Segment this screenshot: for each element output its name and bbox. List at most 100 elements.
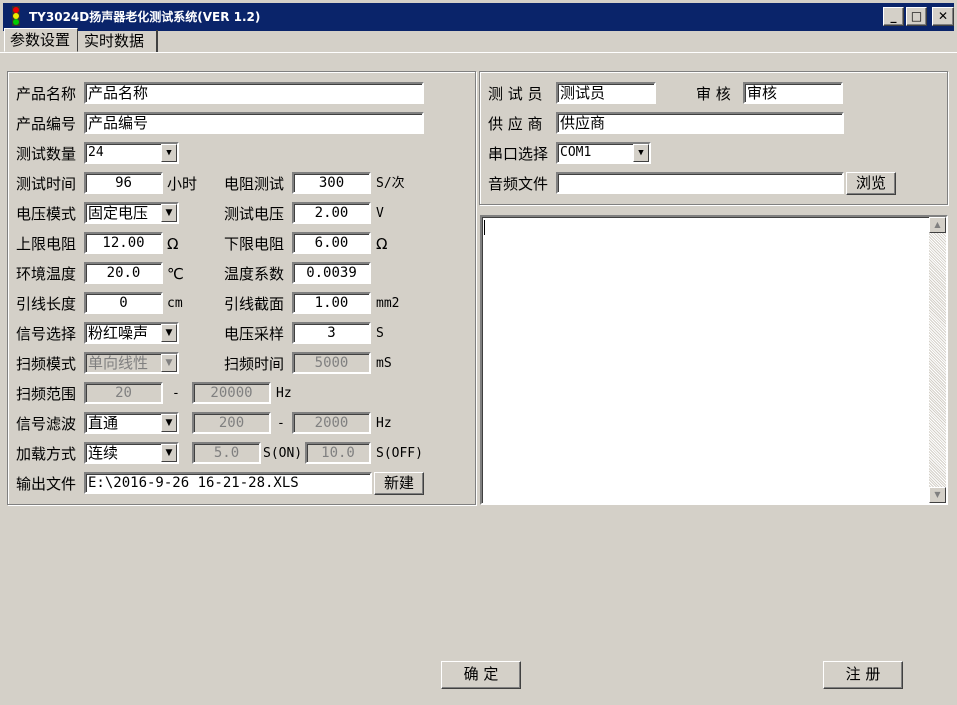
test-time-unit: 小时 [167, 175, 198, 193]
close-button[interactable]: ✕ [932, 7, 954, 26]
test-count-select[interactable]: 24 ▼ [84, 142, 179, 164]
test-voltage-unit: V [376, 206, 384, 221]
voltage-mode-select[interactable]: 固定电压 ▼ [84, 202, 179, 224]
lower-res-unit: Ω [376, 235, 388, 253]
title-bar: TY3024D扬声器老化测试系统(VER 1.2) _ □ ✕ [0, 0, 957, 31]
sweep-to-input[interactable]: 20000 [192, 382, 271, 404]
lead-area-unit: mm2 [376, 296, 400, 311]
test-count-value: 24 [88, 145, 104, 160]
load-off-unit: S(OFF) [376, 446, 423, 461]
temp-coef-input[interactable]: 0.0039 [292, 262, 371, 284]
maximize-button[interactable]: □ [906, 7, 927, 26]
output-file-input[interactable]: E:\2016-9-26 16-21-28.XLS [84, 472, 372, 494]
filter-dash: - [277, 416, 285, 431]
load-select[interactable]: 连续 ▼ [84, 442, 179, 464]
chevron-down-icon[interactable]: ▼ [161, 144, 177, 162]
test-count-label: 测试数量 [16, 145, 77, 163]
sweep-from-input[interactable]: 20 [84, 382, 163, 404]
lower-res-input[interactable]: 6.00 [292, 232, 371, 254]
params-panel [7, 71, 476, 505]
signal-select[interactable]: 粉红噪声 ▼ [84, 322, 179, 344]
test-voltage-label: 测试电压 [224, 205, 285, 223]
sweep-mode-value: 单向线性 [88, 354, 149, 372]
lead-area-label: 引线截面 [224, 295, 285, 313]
log-textarea[interactable]: ▲ ▼ [480, 215, 948, 505]
load-on-input[interactable]: 5.0 [192, 442, 261, 464]
sweep-mode-label: 扫频模式 [16, 355, 77, 373]
scroll-down-icon[interactable]: ▼ [929, 487, 946, 503]
res-test-label: 电阻测试 [224, 175, 285, 193]
upper-res-unit: Ω [167, 235, 179, 253]
sweep-range-unit: Hz [276, 386, 292, 401]
vertical-scrollbar[interactable]: ▲ ▼ [929, 217, 946, 503]
tester-input[interactable]: 测试员 [556, 82, 656, 104]
product-name-input[interactable]: 产品名称 [84, 82, 424, 104]
tester-label: 测 试 员 [488, 85, 543, 103]
chevron-down-icon[interactable]: ▼ [161, 444, 177, 462]
filter-label: 信号滤波 [16, 415, 77, 433]
res-test-input[interactable]: 300 [292, 172, 371, 194]
traffic-light-icon [12, 6, 20, 26]
env-temp-label: 环境温度 [16, 265, 77, 283]
test-time-label: 测试时间 [16, 175, 77, 193]
load-label: 加载方式 [16, 445, 77, 463]
ok-button[interactable]: 确 定 [441, 661, 521, 689]
chevron-down-icon[interactable]: ▼ [161, 414, 177, 432]
audio-file-input[interactable] [556, 172, 844, 194]
tab-realtime[interactable]: 实时数据 [80, 30, 158, 52]
product-code-label: 产品编号 [16, 115, 77, 133]
test-time-input[interactable]: 96 [84, 172, 163, 194]
reviewer-label: 审 核 [696, 85, 731, 103]
signal-label: 信号选择 [16, 325, 77, 343]
sweep-range-label: 扫频范围 [16, 385, 77, 403]
sweep-time-input[interactable]: 5000 [292, 352, 371, 374]
minimize-button[interactable]: _ [883, 7, 904, 26]
supplier-label: 供 应 商 [488, 115, 543, 133]
reviewer-input[interactable]: 审核 [743, 82, 843, 104]
browse-button[interactable]: 浏览 [846, 172, 896, 195]
lead-len-label: 引线长度 [16, 295, 77, 313]
register-button[interactable]: 注 册 [823, 661, 903, 689]
tab-params[interactable]: 参数设置 [4, 28, 78, 52]
audio-label: 音频文件 [488, 175, 549, 193]
chevron-down-icon[interactable]: ▼ [161, 354, 177, 372]
env-temp-unit: ℃ [167, 265, 184, 283]
filter-to-input[interactable]: 2000 [292, 412, 371, 434]
signal-value: 粉红噪声 [88, 324, 149, 342]
product-code-input[interactable]: 产品编号 [84, 112, 424, 134]
new-file-button[interactable]: 新建 [374, 472, 424, 495]
lead-len-input[interactable]: 0 [84, 292, 163, 314]
upper-res-label: 上限电阻 [16, 235, 77, 253]
sweep-mode-select[interactable]: 单向线性 ▼ [84, 352, 179, 374]
chevron-down-icon[interactable]: ▼ [161, 204, 177, 222]
upper-res-input[interactable]: 12.00 [84, 232, 163, 254]
chevron-down-icon[interactable]: ▼ [633, 144, 649, 162]
v-sample-unit: S [376, 326, 384, 341]
res-test-unit: S/次 [376, 176, 405, 191]
tab-divider [0, 52, 957, 53]
load-off-input[interactable]: 10.0 [305, 442, 371, 464]
port-select[interactable]: COM1 ▼ [556, 142, 651, 164]
port-value: COM1 [560, 145, 592, 160]
window-title: TY3024D扬声器老化测试系统(VER 1.2) [29, 10, 261, 24]
voltage-mode-value: 固定电压 [88, 204, 149, 222]
sweep-time-unit: mS [376, 356, 392, 371]
text-cursor [484, 220, 485, 235]
env-temp-input[interactable]: 20.0 [84, 262, 163, 284]
supplier-input[interactable]: 供应商 [556, 112, 844, 134]
output-label: 输出文件 [16, 475, 77, 493]
port-label: 串口选择 [488, 145, 549, 163]
product-name-label: 产品名称 [16, 85, 77, 103]
lead-area-input[interactable]: 1.00 [292, 292, 371, 314]
sweep-time-label: 扫频时间 [224, 355, 285, 373]
lower-res-label: 下限电阻 [224, 235, 285, 253]
load-value: 连续 [88, 444, 119, 462]
scroll-up-icon[interactable]: ▲ [929, 217, 946, 233]
test-voltage-input[interactable]: 2.00 [292, 202, 371, 224]
filter-value: 直通 [88, 414, 119, 432]
filter-select[interactable]: 直通 ▼ [84, 412, 179, 434]
chevron-down-icon[interactable]: ▼ [161, 324, 177, 342]
filter-from-input[interactable]: 200 [192, 412, 271, 434]
lead-len-unit: cm [167, 296, 183, 311]
v-sample-input[interactable]: 3 [292, 322, 371, 344]
